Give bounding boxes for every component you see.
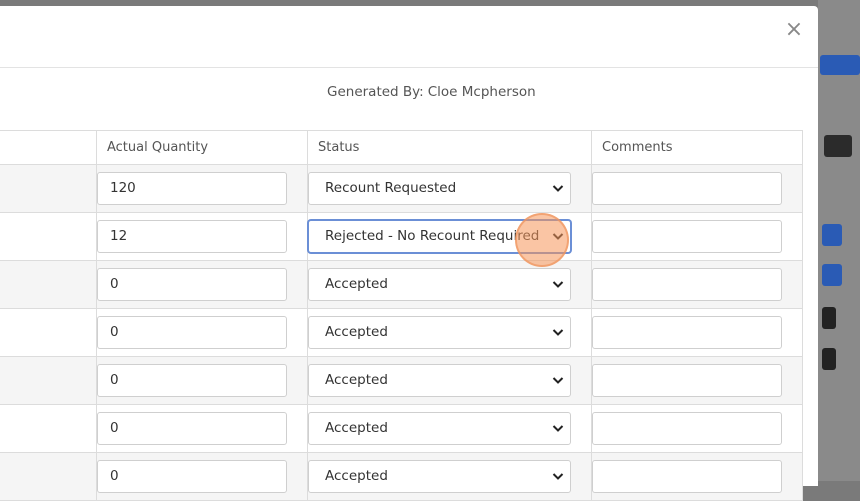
- status-cell: Accepted: [307, 356, 592, 405]
- actual-quantity-cell: 120: [96, 164, 308, 213]
- item-cell: [0, 356, 97, 405]
- status-value: Rejected - No Recount Required: [325, 228, 540, 244]
- comments-input[interactable]: [592, 220, 782, 253]
- status-cell: Accepted: [307, 404, 592, 453]
- background-button: [820, 55, 860, 75]
- generated-by: Generated By: Cloe Mcpherson: [327, 84, 536, 100]
- comments-input[interactable]: [592, 316, 782, 349]
- actual-quantity-input[interactable]: 0: [97, 316, 287, 349]
- actual-quantity-cell: 0: [96, 404, 308, 453]
- column-header-status: Status: [307, 130, 592, 165]
- status-value: Accepted: [325, 276, 388, 292]
- table-row: 0 Accepted: [0, 356, 803, 405]
- item-cell: [0, 260, 97, 309]
- comments-cell: [591, 260, 803, 309]
- actual-quantity-input[interactable]: 0: [97, 460, 287, 493]
- status-cell: Recount Requested: [307, 164, 592, 213]
- generated-by-name: Cloe Mcpherson: [427, 84, 536, 100]
- background-button: [822, 307, 836, 329]
- status-value: Recount Requested: [325, 180, 457, 196]
- chevron-down-icon: [552, 425, 564, 432]
- status-cell: Accepted: [307, 452, 592, 501]
- actual-quantity-cell: 0: [96, 260, 308, 309]
- table-row: 0 Accepted: [0, 452, 803, 501]
- chevron-down-icon: [552, 329, 564, 336]
- comments-cell: [591, 164, 803, 213]
- background-button: [822, 224, 842, 246]
- status-select[interactable]: Accepted: [308, 316, 571, 349]
- comments-cell: [591, 452, 803, 501]
- table-row: 0 Accepted: [0, 308, 803, 357]
- status-cell: Accepted: [307, 260, 592, 309]
- report-meta: Generated By: Cloe Mcpherson: [0, 68, 818, 130]
- background-button: [824, 135, 852, 157]
- background-button: [822, 264, 842, 286]
- item-cell: [0, 452, 97, 501]
- comments-cell: [591, 404, 803, 453]
- comments-input[interactable]: [592, 364, 782, 397]
- modal-header: ×: [0, 6, 818, 68]
- chevron-down-icon: [552, 473, 564, 480]
- comments-cell: [591, 356, 803, 405]
- column-header-item: [0, 130, 97, 165]
- actual-quantity-input[interactable]: 0: [97, 412, 287, 445]
- item-cell: [0, 308, 97, 357]
- item-cell: [0, 404, 97, 453]
- status-cell: Accepted: [307, 308, 592, 357]
- table-row: 120 Recount Requested: [0, 164, 803, 213]
- column-header-comments: Comments: [591, 130, 803, 165]
- comments-input[interactable]: [592, 172, 782, 205]
- status-select[interactable]: Accepted: [308, 412, 571, 445]
- comments-input[interactable]: [592, 268, 782, 301]
- actual-quantity-input[interactable]: 0: [97, 268, 287, 301]
- status-select[interactable]: Accepted: [308, 268, 571, 301]
- actual-quantity-input[interactable]: 120: [97, 172, 287, 205]
- close-icon[interactable]: ×: [782, 18, 806, 42]
- actual-quantity-cell: 0: [96, 452, 308, 501]
- actual-quantity-cell: 12: [96, 212, 308, 261]
- table-row: 0 Accepted: [0, 260, 803, 309]
- actual-quantity-input[interactable]: 0: [97, 364, 287, 397]
- status-select[interactable]: Recount Requested: [308, 172, 571, 205]
- status-value: Accepted: [325, 420, 388, 436]
- actual-quantity-input[interactable]: 12: [97, 220, 287, 253]
- table-row: 0 Accepted: [0, 404, 803, 453]
- generated-by-label: Generated By:: [327, 84, 424, 100]
- chevron-down-icon: [552, 377, 564, 384]
- count-table: Actual Quantity Status Comments 120 Recou…: [0, 130, 803, 501]
- item-cell: [0, 212, 97, 261]
- comments-input[interactable]: [592, 460, 782, 493]
- status-value: Accepted: [325, 372, 388, 388]
- click-highlight: [515, 213, 569, 267]
- status-select[interactable]: Accepted: [308, 460, 571, 493]
- column-header-actual-quantity: Actual Quantity: [96, 130, 308, 165]
- item-cell: [0, 164, 97, 213]
- comments-input[interactable]: [592, 412, 782, 445]
- status-select[interactable]: Accepted: [308, 364, 571, 397]
- comments-cell: [591, 308, 803, 357]
- chevron-down-icon: [552, 281, 564, 288]
- actual-quantity-cell: 0: [96, 308, 308, 357]
- table-row: 12 Rejected - No Recount Required: [0, 212, 803, 261]
- status-value: Accepted: [325, 468, 388, 484]
- chevron-down-icon: [552, 185, 564, 192]
- actual-quantity-cell: 0: [96, 356, 308, 405]
- background-button: [822, 348, 836, 370]
- status-value: Accepted: [325, 324, 388, 340]
- comments-cell: [591, 212, 803, 261]
